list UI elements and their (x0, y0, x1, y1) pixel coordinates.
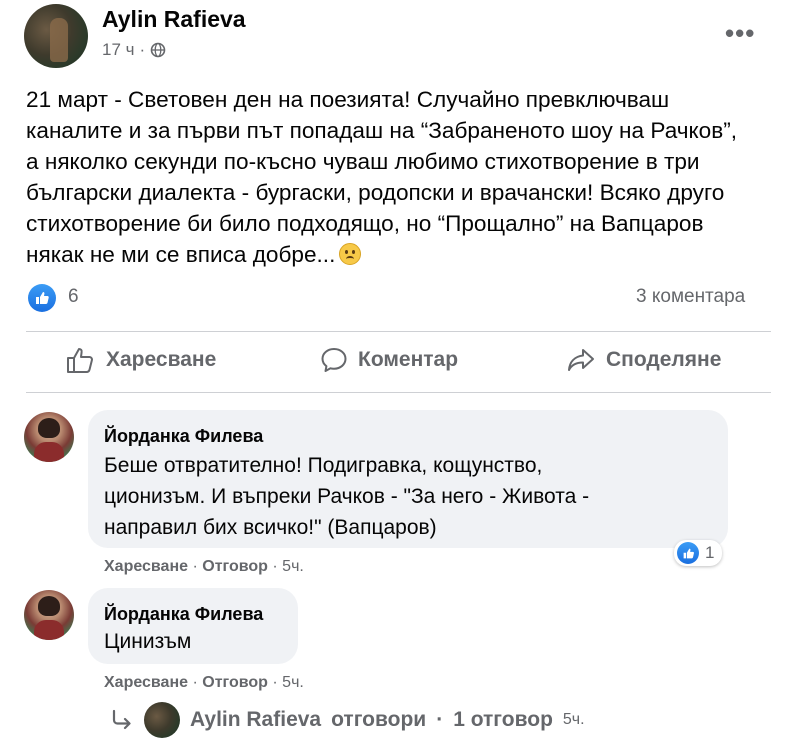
comment-text-line: ционизъм. И въпреки Рачков - "За него - … (104, 485, 590, 508)
reaction-count[interactable]: 6 (68, 286, 79, 308)
commenter-name[interactable]: Йорданка Филева (104, 604, 263, 625)
commenter-avatar[interactable] (24, 590, 74, 640)
comment-reaction-count: 1 (705, 543, 715, 562)
reply-author-avatar (144, 702, 180, 738)
post-text-line: стихотворение би било подходящо, но “Про… (26, 211, 704, 236)
thumbs-up-icon (36, 292, 49, 304)
post-time[interactable]: 17 ч (102, 40, 135, 60)
comment-button-label: Коментар (358, 348, 459, 371)
comment-time[interactable]: 5ч. (282, 558, 304, 575)
view-replies-link[interactable]: Aylin Rafieva отговори · 1 отговор 5ч. (110, 702, 585, 738)
globe-icon (150, 42, 166, 58)
meta-separator: · (139, 40, 146, 59)
comment-actions: Харесване · Отговор · 5ч. (104, 558, 304, 575)
divider (26, 392, 771, 393)
author-avatar[interactable] (24, 4, 88, 68)
reply-arrow-icon (112, 709, 131, 730)
comment-like-link[interactable]: Харесване (104, 558, 188, 575)
comment-text: Беше отвратително! Подигравка, кощунство… (104, 450, 589, 543)
comment-like-link[interactable]: Харесване (104, 674, 188, 691)
like-reaction-icon (677, 542, 699, 564)
comment-reaction-pill[interactable]: 1 (674, 540, 723, 566)
share-button-label: Споделяне (606, 348, 722, 371)
reply-author-name: Aylin Rafieva (190, 708, 322, 731)
comment-time[interactable]: 5ч. (282, 674, 304, 691)
comment-text-line: Цинизъм (104, 630, 192, 653)
like-button-label: Харесване (106, 348, 217, 371)
reply-time: 5ч. (562, 711, 585, 728)
sad-face-emoji-icon (339, 243, 362, 265)
share-button[interactable]: Споделяне (566, 346, 721, 374)
comment-text-line: направил бих всичко!" (Вапцаров) (104, 516, 437, 539)
divider (26, 331, 771, 332)
reply-count: 1 отговор (453, 708, 553, 731)
comment-text-line: Беше отвратително! Подигравка, кощунство… (104, 454, 543, 477)
post-text-line: 21 март - Световен ден на поезията! Случ… (26, 87, 670, 112)
commenter-name[interactable]: Йорданка Филева (104, 426, 263, 447)
post-text-last-line: някак не ми се вписа добре... (26, 239, 776, 270)
post-text-line: български диалекта - бургаски, родопски … (26, 180, 725, 205)
comment-reply-link[interactable]: Отговор (202, 558, 268, 575)
comment-actions: Харесване · Отговор · 5ч. (104, 674, 304, 691)
comment-reply-link[interactable]: Отговор (202, 674, 268, 691)
thumbs-up-icon (683, 548, 694, 558)
like-button[interactable]: Харесване (66, 346, 216, 374)
reply-label: отговори (331, 708, 427, 731)
comment-bubble-icon (321, 348, 347, 372)
commenter-avatar[interactable] (24, 412, 74, 462)
post-text-line: а няколко секунди по-късно чуваш любимо … (26, 149, 700, 174)
post-author-name[interactable]: Aylin Rafieva (102, 6, 246, 33)
like-reaction-icon[interactable] (28, 284, 56, 312)
comment-button[interactable]: Коментар (320, 346, 458, 374)
post-body: 21 март - Световен ден на поезията! Случ… (26, 84, 776, 270)
post-text-line: каналите и за първи път попадаш на “Забр… (26, 118, 738, 143)
thumbs-up-outline-icon (67, 348, 93, 373)
post-meta: 17 ч · (102, 40, 166, 60)
share-arrow-icon (568, 349, 594, 371)
comments-count-link[interactable]: 3 коментара (636, 286, 745, 308)
post-text-line: някак не ми се вписа добре... (26, 242, 336, 267)
comment-text: Цинизъм (104, 626, 191, 657)
more-options-icon[interactable]: ••• (725, 18, 755, 49)
